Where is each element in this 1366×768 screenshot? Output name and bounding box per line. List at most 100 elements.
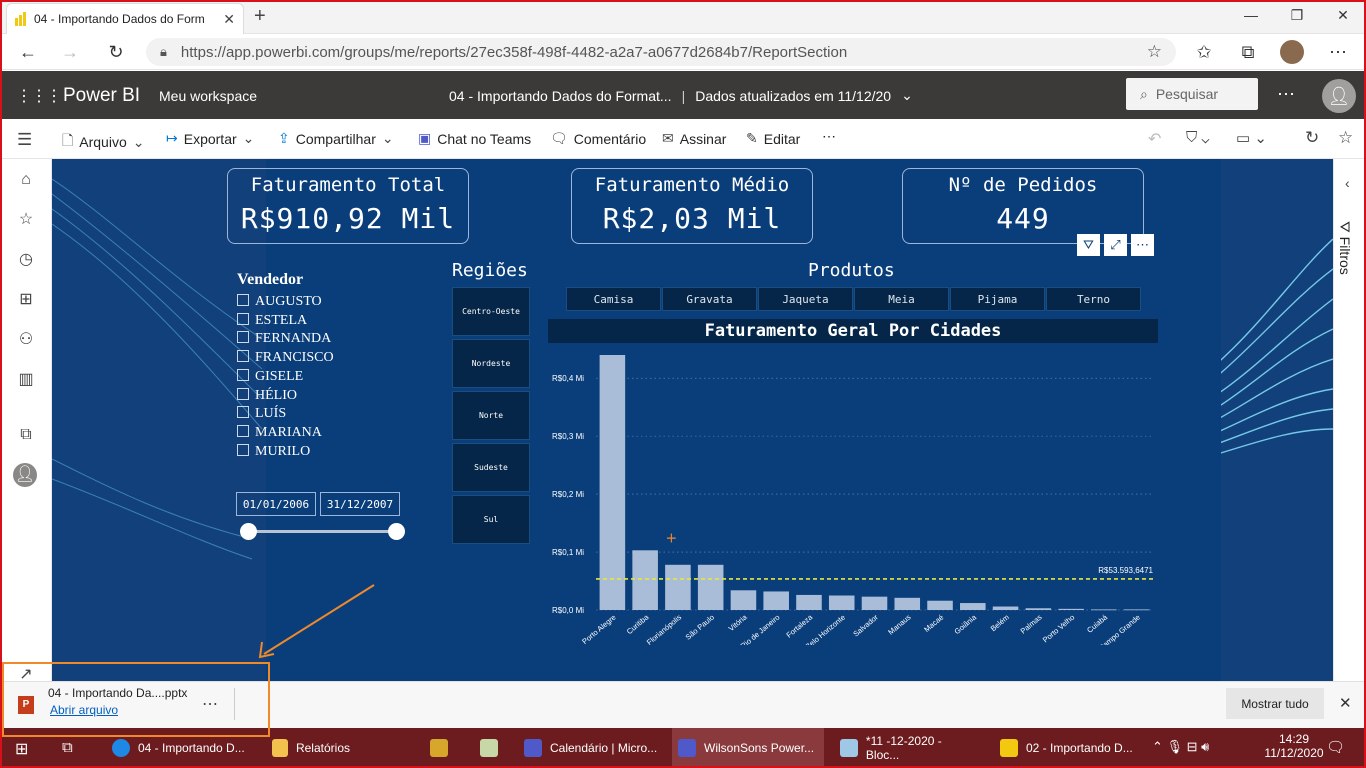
new-tab-icon[interactable]: + (254, 5, 266, 28)
more-actions-icon[interactable]: ⋯ (822, 128, 836, 145)
my-workspace-icon[interactable]: 👤︎ (13, 463, 37, 487)
home-icon[interactable]: ⌂ (16, 170, 36, 190)
taskbar-item[interactable]: *11 -12-2020 - Bloc... (834, 728, 984, 768)
checkbox[interactable] (237, 387, 249, 400)
task-view-icon[interactable]: ⧉ (62, 739, 73, 756)
checkbox[interactable] (237, 312, 249, 325)
windows-start-icon[interactable]: ⊞ (15, 739, 28, 759)
regiao-tile[interactable]: Norte (452, 391, 530, 440)
hamburger-icon[interactable]: ☰ (17, 130, 32, 150)
checkbox[interactable] (237, 443, 249, 456)
favorites-icon[interactable]: ✩ (1190, 40, 1218, 64)
file-menu[interactable]: 🗋 Arquivo ⌄ (62, 130, 144, 154)
bar[interactable] (1091, 609, 1117, 611)
apps-icon[interactable]: ⊞ (16, 290, 36, 310)
refresh-icon[interactable]: ↻ (102, 40, 130, 64)
end-date-input[interactable]: 31/12/2007 (320, 492, 400, 516)
vendedor-option[interactable]: LUÍS (237, 405, 334, 424)
undo-icon[interactable]: ↶ (1148, 129, 1161, 149)
vendedor-option[interactable]: ESTELA (237, 312, 334, 331)
regiao-tile[interactable]: Sudeste (452, 443, 530, 492)
bar[interactable] (763, 591, 789, 610)
bar-chart[interactable]: R$0,0 Mi R$0,1 Mi R$0,2 Mi R$0,3 Mi R$0,4 Mi… (548, 345, 1158, 645)
browser-menu-icon[interactable]: ⋯ (1324, 40, 1352, 64)
reload-icon[interactable]: ↻ (1305, 128, 1319, 148)
kpi-card-pedidos[interactable]: Nº de Pedidos 449 (902, 168, 1144, 244)
bar[interactable] (992, 606, 1019, 610)
favorite-icon[interactable]: ☆ (1338, 128, 1353, 148)
start-date-input[interactable]: 01/01/2006 (236, 492, 316, 516)
bar[interactable] (632, 550, 658, 610)
favorite-star-icon[interactable]: ☆ (1147, 42, 1162, 62)
edit-button[interactable]: ✎ Editar (746, 130, 800, 147)
report-title-area[interactable]: 04 - Importando Dados do Format... | Dad… (449, 87, 913, 104)
search-input[interactable]: ⌕ Pesquisar (1126, 78, 1258, 110)
produto-tile[interactable]: Camisa (566, 287, 661, 311)
bar[interactable] (828, 595, 855, 610)
vendedor-option[interactable]: AUGUSTO (237, 293, 334, 312)
restore-icon[interactable]: ❐ (1274, 0, 1320, 30)
more-options-icon[interactable]: ⋯ (1131, 234, 1154, 256)
export-menu[interactable]: ↦ Exportar ⌄ (166, 130, 254, 147)
subscribe-button[interactable]: ✉ Assinar (662, 130, 726, 147)
produto-tile[interactable]: Meia (854, 287, 949, 311)
tray-icons[interactable]: ⌃ 🎙︎ ⊟ 🔊︎ (1152, 739, 1209, 755)
checkbox[interactable] (237, 350, 249, 363)
vendedor-option[interactable]: GISELE (237, 368, 334, 387)
regiao-tile[interactable]: Sul (452, 495, 530, 544)
app-name[interactable]: Power BI (63, 85, 140, 107)
forward-icon[interactable]: → (56, 40, 84, 64)
date-range-start-handle[interactable] (240, 523, 257, 540)
show-all-button[interactable]: Mostrar tudo (1226, 688, 1324, 719)
close-tab-icon[interactable]: ✕ (223, 11, 235, 28)
taskbar-item[interactable]: Calendário | Micro... (518, 728, 666, 768)
browser-tab[interactable]: 04 - Importando Dados do Formato ✕ (6, 3, 244, 34)
vendedor-option[interactable]: FRANCISCO (237, 349, 334, 368)
bar[interactable] (697, 564, 724, 610)
taskbar-item[interactable]: WilsonSons Power... (672, 728, 824, 768)
checkbox[interactable] (237, 424, 249, 437)
checkbox[interactable] (237, 331, 249, 344)
regiao-tile[interactable]: Centro-Oeste (452, 287, 530, 336)
bar[interactable] (960, 603, 986, 610)
checkbox[interactable] (237, 294, 249, 306)
vendedor-option[interactable]: FERNANDA (237, 330, 334, 349)
bar[interactable] (894, 597, 921, 610)
bar[interactable] (1058, 608, 1084, 610)
bar[interactable] (796, 594, 822, 610)
produto-tile[interactable]: Pijama (950, 287, 1045, 311)
chevron-down-icon[interactable]: ⌄ (901, 87, 913, 104)
bar[interactable] (1123, 609, 1150, 611)
notifications-icon[interactable]: 🗨︎ (1326, 738, 1345, 756)
date-range-end-handle[interactable] (388, 523, 405, 540)
checkbox[interactable] (237, 406, 249, 419)
checkbox[interactable] (237, 368, 249, 381)
workspaces-icon[interactable]: ⧉ (16, 425, 36, 445)
bar[interactable] (927, 600, 953, 610)
collapse-icon[interactable]: ‹ (1345, 175, 1350, 191)
produto-tile[interactable]: Gravata (662, 287, 757, 311)
minimize-icon[interactable]: — (1228, 0, 1274, 30)
url-bar[interactable]: 🔒︎ https://app.powerbi.com/groups/me/rep… (146, 38, 1176, 66)
bar[interactable] (730, 590, 757, 610)
teams-chat-button[interactable]: ▣ Chat no Teams (418, 130, 531, 147)
user-avatar[interactable]: 👤︎ (1322, 79, 1356, 113)
bookmark-icon[interactable]: ⛉ ⌄ (1186, 129, 1210, 146)
profile-avatar[interactable] (1280, 40, 1304, 64)
recent-icon[interactable]: ◷ (16, 250, 36, 270)
filters-pane[interactable]: ‹ ⛛ Filtros (1333, 159, 1364, 681)
filter-icon[interactable]: ⛛ (1077, 234, 1100, 256)
bar[interactable] (1025, 608, 1052, 610)
taskbar-item[interactable] (474, 728, 510, 768)
back-icon[interactable]: ← (14, 40, 42, 64)
favorites-nav-icon[interactable]: ☆ (16, 210, 36, 230)
kpi-card-faturamento-total[interactable]: Faturamento Total R$910,92 Mil (227, 168, 469, 244)
app-launcher-icon[interactable]: ⋮⋮⋮ (16, 86, 62, 106)
learn-icon[interactable]: ▥ (16, 370, 36, 390)
bar[interactable] (665, 564, 691, 610)
workspace-link[interactable]: Meu workspace (159, 88, 257, 104)
taskbar-item[interactable]: 02 - Importando D... (994, 728, 1144, 768)
shared-icon[interactable]: ⚇ (16, 330, 36, 350)
produto-tile[interactable]: Jaqueta (758, 287, 853, 311)
regiao-tile[interactable]: Nordeste (452, 339, 530, 388)
